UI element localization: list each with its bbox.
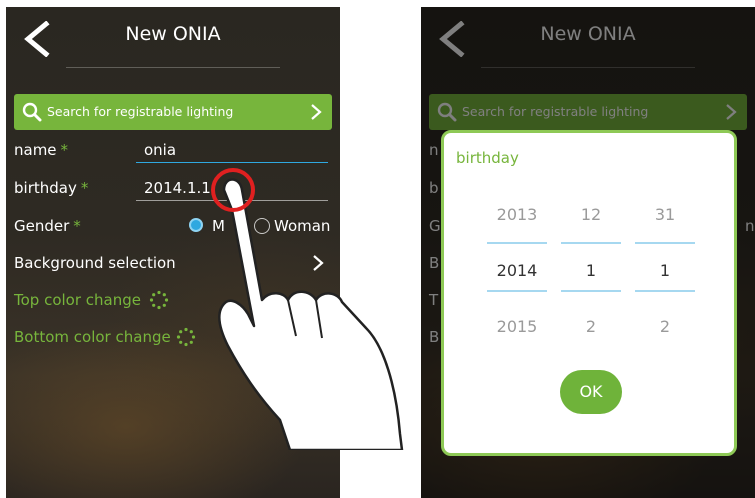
month-prev[interactable]: 12 [556, 205, 626, 224]
required-mark: * [60, 141, 69, 159]
year-prev[interactable]: 2013 [482, 205, 552, 224]
selection-line [487, 290, 547, 292]
search-registrable-lighting-button[interactable]: Search for registrable lighting [14, 94, 332, 130]
birthday-picker-dialog: birthday 2013 2014 2015 12 1 2 31 1 2 OK [441, 130, 737, 456]
day-next[interactable]: 2 [630, 317, 700, 336]
month-selected[interactable]: 1 [556, 261, 626, 280]
year-selected[interactable]: 2014 [482, 261, 552, 280]
top-color-change-item[interactable]: Top color change [14, 291, 141, 309]
chevron-right-icon [311, 104, 322, 120]
month-next[interactable]: 2 [556, 317, 626, 336]
selection-line [487, 242, 547, 244]
selection-line [561, 290, 621, 292]
required-mark: * [80, 179, 89, 197]
tapping-hand-illustration [211, 168, 404, 450]
year-next[interactable]: 2015 [482, 317, 552, 336]
title-divider [66, 67, 280, 68]
gender-label: Gender * [14, 217, 81, 235]
page-title: New ONIA [125, 23, 221, 45]
background-selection-item[interactable]: Background selection [14, 254, 176, 272]
day-picker[interactable]: 31 1 2 [630, 133, 700, 433]
name-label: name * [14, 141, 69, 159]
selection-line [635, 242, 695, 244]
bottom-color-change-item[interactable]: Bottom color change [14, 328, 171, 346]
day-prev[interactable]: 31 [630, 205, 700, 224]
color-wheel-icon [149, 290, 169, 310]
required-mark: * [73, 217, 81, 235]
top-bar: New ONIA [6, 7, 340, 69]
birthday-label: birthday * [14, 179, 89, 197]
day-selected[interactable]: 1 [630, 261, 700, 280]
search-label: Search for registrable lighting [47, 104, 234, 119]
ok-button[interactable]: OK [560, 370, 622, 414]
selection-line [635, 290, 695, 292]
hand-outline [218, 178, 404, 450]
selection-line [561, 242, 621, 244]
year-picker[interactable]: 2013 2014 2015 [482, 133, 552, 433]
search-icon [22, 102, 42, 122]
